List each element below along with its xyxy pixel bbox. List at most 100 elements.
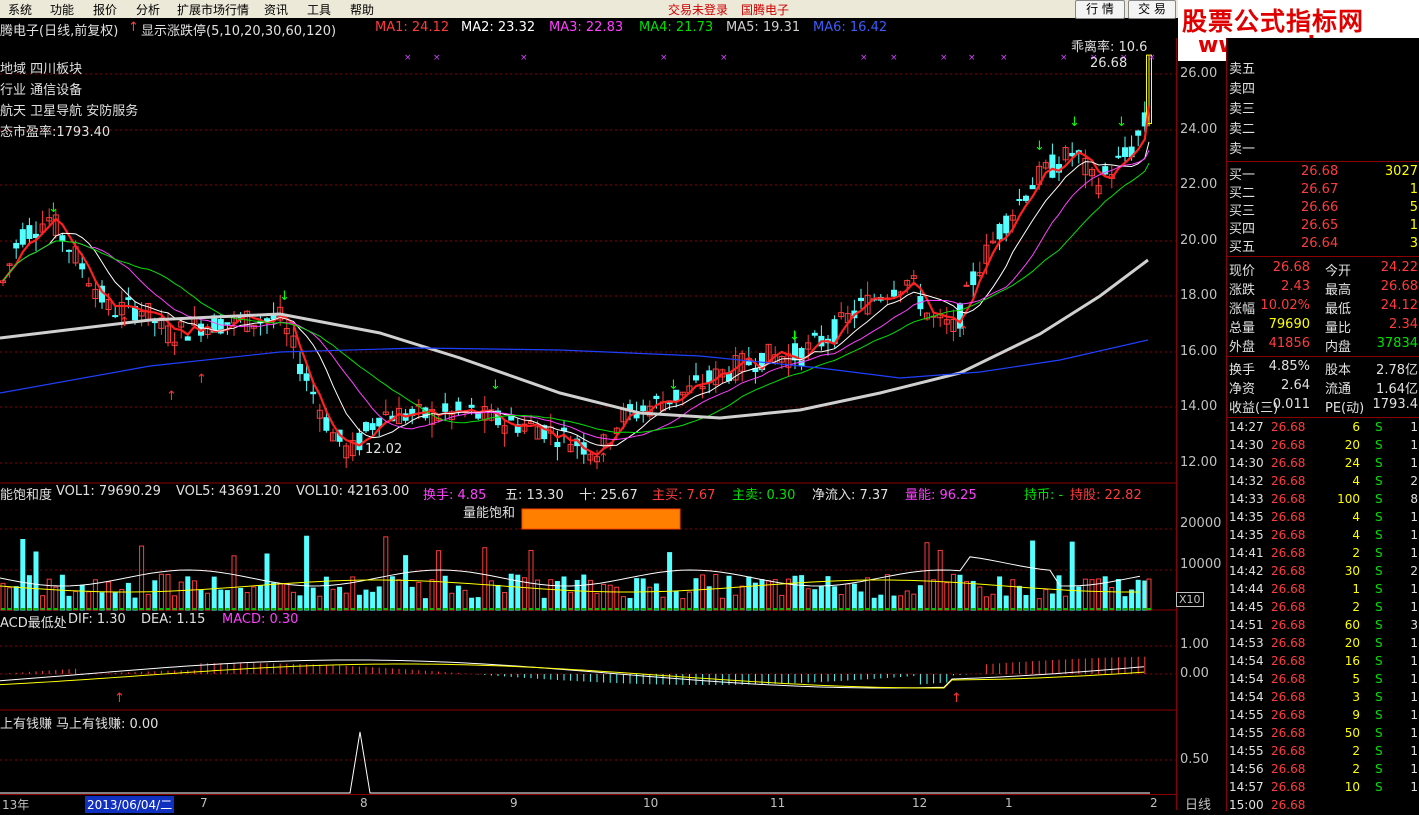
volume-base-mark bbox=[146, 608, 151, 610]
volume-bar bbox=[403, 555, 409, 611]
volume-bar bbox=[733, 594, 739, 611]
marker-x: × bbox=[1000, 53, 1008, 63]
volume-base-mark bbox=[997, 608, 1002, 610]
volume-bar bbox=[251, 586, 257, 611]
volume-bar bbox=[218, 589, 224, 611]
volume-bar bbox=[865, 577, 871, 611]
volume-base-mark bbox=[133, 608, 137, 610]
volume-base-mark bbox=[1004, 608, 1009, 610]
volume-base-mark bbox=[839, 608, 844, 610]
ask-label: 卖一 bbox=[1229, 142, 1256, 157]
volume-bar bbox=[53, 586, 59, 611]
tick-side: S bbox=[1375, 582, 1383, 596]
volume-bar bbox=[693, 578, 699, 611]
menu-function[interactable]: 功能 bbox=[50, 1, 74, 18]
tick-row: 14:55 26.68 50 S 1 bbox=[1227, 726, 1419, 743]
bias-label: 乖离率: 10.6 bbox=[1071, 40, 1148, 55]
menu-news[interactable]: 资讯 bbox=[264, 1, 288, 18]
marker-x: × bbox=[404, 53, 412, 63]
tick-price: 26.68 bbox=[1271, 726, 1306, 740]
stat-value: 24.12 bbox=[1380, 298, 1418, 313]
tick-price: 26.68 bbox=[1271, 582, 1306, 596]
limit-toggle[interactable]: 显示涨跌停(5,10,20,30,60,120) bbox=[141, 20, 336, 39]
bid-label: 买一 bbox=[1229, 168, 1256, 183]
ask-label: 卖四 bbox=[1229, 82, 1256, 97]
tick-volume: 9 bbox=[1352, 708, 1360, 722]
ask-row[interactable]: 卖一 bbox=[1227, 138, 1419, 157]
bid-price: 26.66 bbox=[1301, 200, 1339, 215]
bid-price: 26.65 bbox=[1301, 218, 1339, 233]
macd-tick: 1.00 bbox=[1180, 637, 1209, 652]
volume-base-mark bbox=[251, 608, 256, 610]
trade-login-status[interactable]: 交易未登录 bbox=[668, 1, 728, 18]
finance-row: 收益(三) 0.011 PE(动) 1793.4 bbox=[1227, 397, 1419, 416]
ask-row[interactable]: 卖三 bbox=[1227, 98, 1419, 117]
volume-base-mark bbox=[713, 608, 718, 610]
volume-base-mark bbox=[1083, 608, 1088, 610]
menu-extended-market[interactable]: 扩展市场行情 bbox=[177, 1, 249, 18]
menu-tools[interactable]: 工具 bbox=[307, 1, 331, 18]
volume-bar bbox=[158, 573, 164, 611]
fin-value: 2.78亿 bbox=[1376, 363, 1418, 378]
bid-row[interactable]: 买三 26.66 5 bbox=[1227, 200, 1419, 219]
separator bbox=[1227, 356, 1419, 357]
tick-time: 14:42 bbox=[1229, 564, 1264, 578]
tick-count: 1 bbox=[1410, 438, 1418, 452]
volume-base-mark bbox=[238, 608, 243, 610]
volume-bar bbox=[310, 587, 316, 611]
volume-base-mark bbox=[357, 608, 362, 610]
macd-arrow: ↑ bbox=[951, 691, 962, 706]
bid-row[interactable]: 买二 26.67 1 bbox=[1227, 182, 1419, 201]
trade-button[interactable]: 交 易 bbox=[1128, 0, 1176, 19]
tick-side: S bbox=[1375, 726, 1383, 740]
volume-bar bbox=[964, 580, 970, 611]
limit-toggle-icon[interactable]: ↑ bbox=[128, 20, 139, 35]
volume-base-mark bbox=[806, 608, 811, 610]
high-price-label: 26.68 bbox=[1090, 56, 1128, 71]
volume-base-mark bbox=[291, 608, 296, 610]
volume-bar bbox=[224, 590, 230, 611]
stat-label: 外盘 bbox=[1229, 340, 1256, 355]
volume-base-mark bbox=[515, 608, 520, 610]
volume-base-mark bbox=[845, 608, 850, 610]
volume-base-mark bbox=[1076, 608, 1081, 610]
ask-row[interactable]: 卖四 bbox=[1227, 78, 1419, 97]
volume-base-mark bbox=[1017, 608, 1022, 610]
menu-system[interactable]: 系统 bbox=[8, 1, 32, 18]
tick-row: 14:54 26.68 5 S 1 bbox=[1227, 672, 1419, 689]
volume-bar bbox=[277, 583, 283, 611]
candle-body bbox=[554, 441, 561, 448]
volume-base-mark bbox=[872, 608, 877, 610]
stat-label: 内盘 bbox=[1325, 340, 1352, 355]
bid-row[interactable]: 买四 26.65 1 bbox=[1227, 218, 1419, 237]
kline-chart[interactable]: ↓↓↑↑↑ ↓↑↓↓ ↑↓↓ ↓× × × × × × × × × × × × × ×↑ ↑ bbox=[0, 38, 1176, 794]
vol-tick: 10000 bbox=[1180, 557, 1222, 572]
tick-price: 26.68 bbox=[1271, 474, 1306, 488]
volume-bar bbox=[700, 574, 706, 611]
volume-bar bbox=[1016, 585, 1022, 611]
volume-base-mark bbox=[27, 608, 32, 610]
volume-base-mark bbox=[614, 608, 619, 610]
volume-bar bbox=[66, 595, 72, 611]
tick-volume: 20 bbox=[1344, 636, 1360, 650]
volume-bar bbox=[917, 585, 923, 611]
menu-quote[interactable]: 报价 bbox=[93, 1, 117, 18]
tick-price: 26.68 bbox=[1271, 654, 1306, 668]
dif-label: DIF: 1.30 bbox=[68, 612, 126, 627]
bid-row[interactable]: 买五 26.64 3 bbox=[1227, 236, 1419, 255]
menu-help[interactable]: 帮助 bbox=[350, 1, 374, 18]
volume-bar bbox=[957, 574, 963, 611]
fin-value: 0.011 bbox=[1272, 397, 1310, 412]
volume-base-mark bbox=[859, 608, 863, 610]
volume-base-mark bbox=[152, 608, 157, 610]
tick-side: S bbox=[1375, 744, 1383, 758]
bid-price: 26.67 bbox=[1301, 182, 1339, 197]
period-label[interactable]: 日线 bbox=[1185, 794, 1211, 813]
quote-button[interactable]: 行 情 bbox=[1075, 0, 1125, 19]
ask-row[interactable]: 卖五 bbox=[1227, 58, 1419, 77]
volume-bar bbox=[898, 595, 904, 611]
volume-bar bbox=[594, 592, 600, 611]
menu-analysis[interactable]: 分析 bbox=[136, 1, 160, 18]
ask-row[interactable]: 卖二 bbox=[1227, 118, 1419, 137]
bid-row[interactable]: 买一 26.68 3027 bbox=[1227, 164, 1419, 183]
